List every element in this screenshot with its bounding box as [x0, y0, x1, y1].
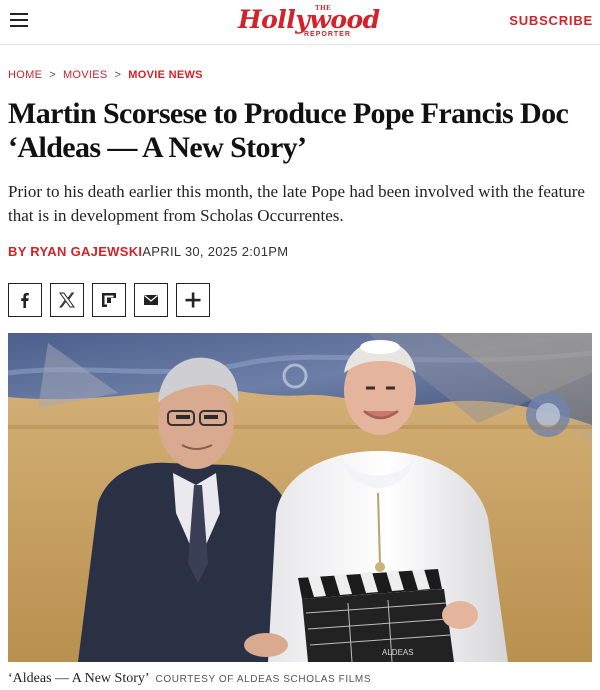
- clapboard: ALDEAS: [298, 569, 454, 662]
- menu-icon[interactable]: [10, 13, 28, 27]
- logo-reporter: REPORTER: [304, 31, 351, 38]
- hero-photo: ALDEAS: [8, 333, 592, 662]
- breadcrumb: HOME > MOVIES > MOVIE NEWS: [8, 69, 203, 81]
- flipboard-icon: [102, 293, 116, 307]
- plus-icon: [185, 292, 201, 308]
- logo-wordmark: Hollywood: [238, 5, 380, 34]
- clapboard-label: ALDEAS: [382, 648, 414, 657]
- article-headline: Martin Scorsese to Produce Pope Francis …: [8, 97, 569, 164]
- x-icon: [59, 292, 75, 308]
- share-x-button[interactable]: [50, 283, 84, 317]
- breadcrumb-movies[interactable]: MOVIES: [63, 69, 108, 81]
- breadcrumb-movie-news[interactable]: MOVIE NEWS: [128, 69, 203, 81]
- subscribe-link[interactable]: SUBSCRIBE: [509, 13, 593, 28]
- breadcrumb-separator: >: [114, 69, 122, 81]
- article-dek: Prior to his death earlier this month, t…: [8, 182, 585, 225]
- publish-date: APRIL 30, 2025 2:01PM: [142, 244, 289, 259]
- site-logo[interactable]: THE Hollywood REPORTER: [234, 2, 380, 40]
- author-link[interactable]: RYAN GAJEWSKI: [30, 244, 142, 259]
- breadcrumb-separator: >: [49, 69, 56, 81]
- image-caption: ‘Aldeas — A New Story’ COURTESY OF ALDEAS…: [8, 669, 371, 687]
- hero-image[interactable]: ALDEAS: [8, 333, 592, 662]
- share-email-button[interactable]: [134, 283, 168, 317]
- share-flipboard-button[interactable]: [92, 283, 126, 317]
- breadcrumb-home[interactable]: HOME: [8, 69, 42, 81]
- byline: BY RYAN GAJEWSKIAPRIL 30, 2025 2:01PM: [8, 244, 288, 259]
- byline-prefix: BY: [8, 244, 27, 259]
- share-more-button[interactable]: [176, 283, 210, 317]
- facebook-icon: [21, 292, 29, 308]
- email-icon: [144, 295, 158, 305]
- caption-title: ‘Aldeas — A New Story’: [8, 671, 150, 686]
- site-header: THE Hollywood REPORTER SUBSCRIBE: [0, 0, 600, 45]
- caption-credit: COURTESY OF ALDEAS SCHOLAS FILMS: [155, 674, 372, 685]
- share-facebook-button[interactable]: [8, 283, 42, 317]
